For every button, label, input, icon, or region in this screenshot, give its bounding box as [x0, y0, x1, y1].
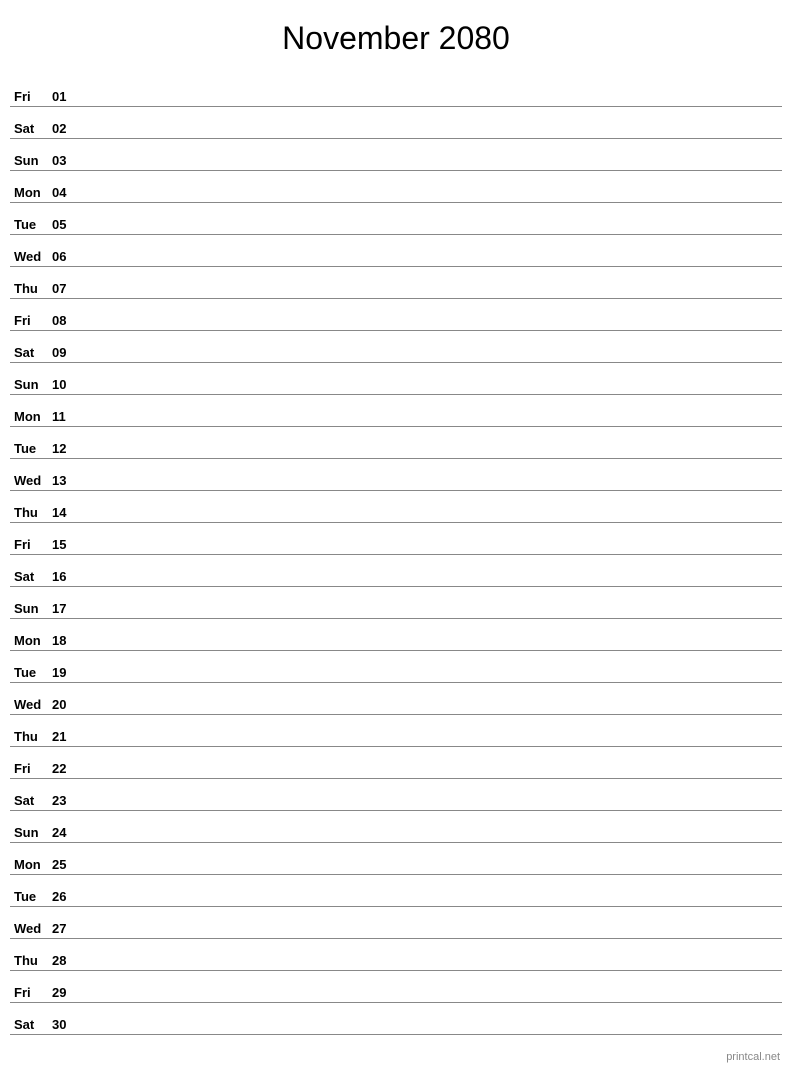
date-number: 06: [52, 249, 76, 264]
calendar-title: November 2080: [10, 20, 782, 57]
date-number: 04: [52, 185, 76, 200]
date-number: 26: [52, 889, 76, 904]
date-number: 19: [52, 665, 76, 680]
day-of-week-label: Mon: [14, 857, 50, 872]
date-number: 18: [52, 633, 76, 648]
table-row: Fri29: [10, 971, 782, 1003]
day-of-week-label: Wed: [14, 921, 50, 936]
date-number: 23: [52, 793, 76, 808]
table-row: Mon25: [10, 843, 782, 875]
table-row: Sun03: [10, 139, 782, 171]
table-row: Fri15: [10, 523, 782, 555]
date-number: 28: [52, 953, 76, 968]
table-row: Wed06: [10, 235, 782, 267]
date-number: 05: [52, 217, 76, 232]
table-row: Tue05: [10, 203, 782, 235]
table-row: Sun24: [10, 811, 782, 843]
table-row: Fri22: [10, 747, 782, 779]
table-row: Fri01: [10, 75, 782, 107]
day-of-week-label: Mon: [14, 409, 50, 424]
date-number: 25: [52, 857, 76, 872]
date-number: 16: [52, 569, 76, 584]
day-of-week-label: Sun: [14, 377, 50, 392]
date-number: 10: [52, 377, 76, 392]
table-row: Wed20: [10, 683, 782, 715]
date-number: 30: [52, 1017, 76, 1032]
day-of-week-label: Tue: [14, 665, 50, 680]
table-row: Thu28: [10, 939, 782, 971]
table-row: Thu07: [10, 267, 782, 299]
date-number: 20: [52, 697, 76, 712]
table-row: Sat02: [10, 107, 782, 139]
table-row: Tue12: [10, 427, 782, 459]
day-of-week-label: Sat: [14, 793, 50, 808]
calendar-page: November 2080 Fri01Sat02Sun03Mon04Tue05W…: [0, 0, 792, 1075]
table-row: Sat16: [10, 555, 782, 587]
day-of-week-label: Fri: [14, 537, 50, 552]
day-of-week-label: Sun: [14, 825, 50, 840]
date-number: 15: [52, 537, 76, 552]
date-number: 13: [52, 473, 76, 488]
table-row: Wed27: [10, 907, 782, 939]
table-row: Mon11: [10, 395, 782, 427]
day-of-week-label: Sun: [14, 153, 50, 168]
date-number: 07: [52, 281, 76, 296]
day-of-week-label: Thu: [14, 953, 50, 968]
date-number: 29: [52, 985, 76, 1000]
date-number: 09: [52, 345, 76, 360]
day-of-week-label: Fri: [14, 89, 50, 104]
date-number: 14: [52, 505, 76, 520]
date-number: 17: [52, 601, 76, 616]
date-number: 24: [52, 825, 76, 840]
day-of-week-label: Tue: [14, 441, 50, 456]
day-of-week-label: Mon: [14, 185, 50, 200]
table-row: Thu21: [10, 715, 782, 747]
day-of-week-label: Wed: [14, 249, 50, 264]
table-row: Mon18: [10, 619, 782, 651]
watermark: printcal.net: [726, 1051, 780, 1063]
date-number: 08: [52, 313, 76, 328]
table-row: Sun10: [10, 363, 782, 395]
table-row: Sun17: [10, 587, 782, 619]
day-of-week-label: Fri: [14, 985, 50, 1000]
day-of-week-label: Thu: [14, 281, 50, 296]
table-row: Mon04: [10, 171, 782, 203]
date-number: 03: [52, 153, 76, 168]
table-row: Wed13: [10, 459, 782, 491]
day-of-week-label: Thu: [14, 505, 50, 520]
table-row: Sat09: [10, 331, 782, 363]
table-row: Sat30: [10, 1003, 782, 1035]
day-of-week-label: Tue: [14, 889, 50, 904]
day-of-week-label: Tue: [14, 217, 50, 232]
day-of-week-label: Sat: [14, 121, 50, 136]
date-number: 01: [52, 89, 76, 104]
day-of-week-label: Sun: [14, 601, 50, 616]
date-number: 27: [52, 921, 76, 936]
table-row: Sat23: [10, 779, 782, 811]
table-row: Tue19: [10, 651, 782, 683]
date-number: 11: [52, 409, 76, 424]
table-row: Thu14: [10, 491, 782, 523]
date-number: 21: [52, 729, 76, 744]
day-of-week-label: Sat: [14, 1017, 50, 1032]
day-of-week-label: Mon: [14, 633, 50, 648]
table-row: Fri08: [10, 299, 782, 331]
date-number: 22: [52, 761, 76, 776]
table-row: Tue26: [10, 875, 782, 907]
day-of-week-label: Fri: [14, 761, 50, 776]
date-number: 12: [52, 441, 76, 456]
day-of-week-label: Thu: [14, 729, 50, 744]
day-of-week-label: Sat: [14, 569, 50, 584]
calendar-rows: Fri01Sat02Sun03Mon04Tue05Wed06Thu07Fri08…: [10, 75, 782, 1035]
day-of-week-label: Fri: [14, 313, 50, 328]
day-of-week-label: Sat: [14, 345, 50, 360]
day-of-week-label: Wed: [14, 697, 50, 712]
date-number: 02: [52, 121, 76, 136]
day-of-week-label: Wed: [14, 473, 50, 488]
